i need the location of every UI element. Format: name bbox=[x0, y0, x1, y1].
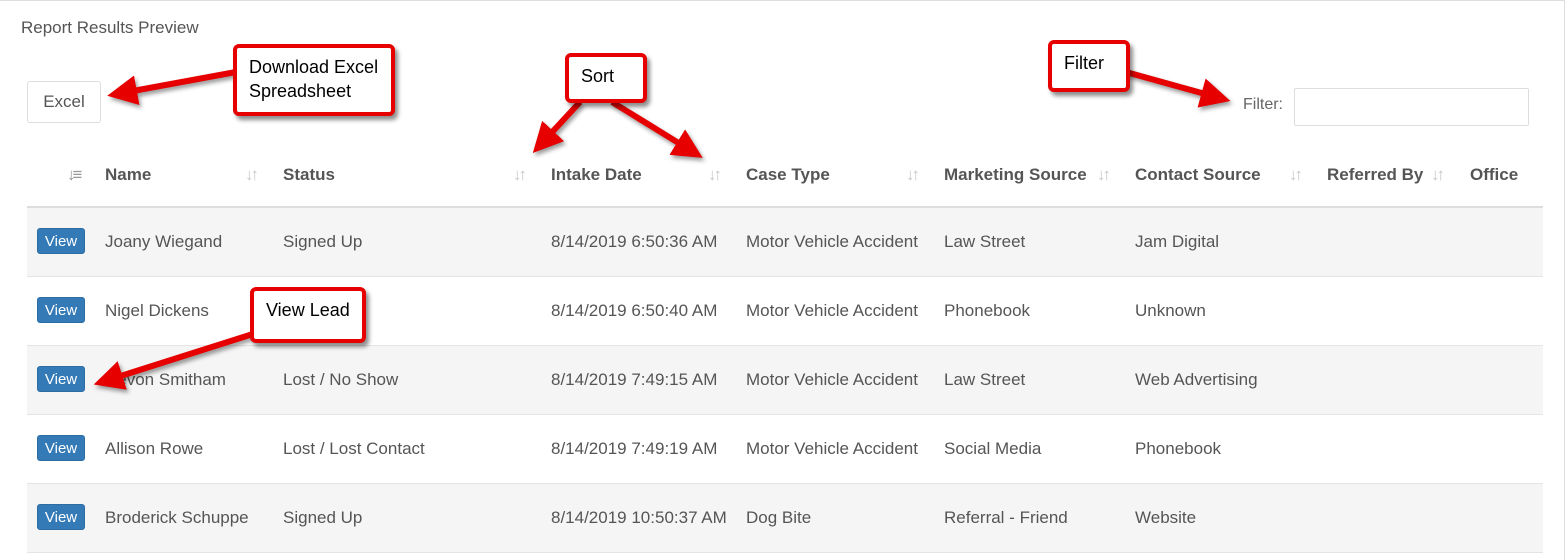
view-lead-button[interactable]: View bbox=[37, 228, 85, 254]
sort-both-icon[interactable]: ↓↑ bbox=[513, 165, 527, 185]
callout-download-line2: Spreadsheet bbox=[249, 81, 352, 101]
table-row: View Broderick Schuppe Signed Up 8/14/20… bbox=[27, 484, 1543, 553]
column-header-office[interactable]: Office bbox=[1470, 165, 1518, 185]
sort-both-icon[interactable]: ↓↑ bbox=[1431, 165, 1445, 185]
excel-export-button[interactable]: Excel bbox=[27, 81, 101, 123]
cell-intake-date: 8/14/2019 7:49:19 AM bbox=[551, 439, 718, 458]
cell-intake-date: 8/14/2019 7:49:15 AM bbox=[551, 370, 718, 389]
table-row: View Devon Smitham Lost / No Show 8/14/2… bbox=[27, 346, 1543, 415]
column-header-marketing-source[interactable]: Marketing Source bbox=[944, 165, 1087, 185]
callout-sort: Sort bbox=[565, 53, 647, 103]
cell-status: Lost / Lost Contact bbox=[283, 439, 425, 458]
table-row: View Joany Wiegand Signed Up 8/14/2019 6… bbox=[27, 208, 1543, 277]
view-lead-button[interactable]: View bbox=[37, 297, 85, 323]
cell-name: Nigel Dickens bbox=[105, 301, 209, 320]
cell-intake-date: 8/14/2019 6:50:36 AM bbox=[551, 232, 718, 251]
cell-marketing-source: Law Street bbox=[944, 232, 1026, 251]
column-header-intake-date[interactable]: Intake Date bbox=[551, 165, 642, 185]
view-lead-button[interactable]: View bbox=[37, 435, 85, 461]
callout-filter: Filter bbox=[1048, 40, 1130, 92]
sort-ascending-icon[interactable]: ↓≡ bbox=[67, 165, 83, 185]
filter-input[interactable] bbox=[1294, 88, 1529, 126]
column-header-case-type[interactable]: Case Type bbox=[746, 165, 830, 185]
cell-marketing-source: Social Media bbox=[944, 439, 1042, 458]
cell-contact-source: Phonebook bbox=[1135, 439, 1222, 458]
cell-status: Signed Up bbox=[283, 232, 363, 251]
cell-case-type: Motor Vehicle Accident bbox=[746, 370, 918, 389]
cell-status: Signed Up bbox=[283, 508, 363, 527]
cell-case-type: Motor Vehicle Accident bbox=[746, 301, 918, 320]
cell-status: Lost / No Show bbox=[283, 370, 399, 389]
sort-both-icon[interactable]: ↓↑ bbox=[708, 165, 722, 185]
cell-intake-date: 8/14/2019 10:50:37 AM bbox=[551, 508, 727, 527]
cell-marketing-source: Referral - Friend bbox=[944, 508, 1068, 527]
sort-both-icon[interactable]: ↓↑ bbox=[1289, 165, 1303, 185]
view-lead-button[interactable]: View bbox=[37, 504, 85, 530]
cell-contact-source: Web Advertising bbox=[1135, 370, 1258, 389]
sort-both-icon[interactable]: ↓↑ bbox=[906, 165, 920, 185]
results-table: ↓≡ Name ↓↑ Status ↓↑ Intake Date ↓↑ Case… bbox=[27, 141, 1543, 553]
cell-contact-source: Website bbox=[1135, 508, 1197, 527]
table-row: View Allison Rowe Lost / Lost Contact 8/… bbox=[27, 415, 1543, 484]
cell-name: Allison Rowe bbox=[105, 439, 204, 458]
column-header-status[interactable]: Status bbox=[283, 165, 335, 185]
cell-marketing-source: Phonebook bbox=[944, 301, 1031, 320]
column-header-name[interactable]: Name bbox=[105, 165, 151, 185]
column-header-referred-by[interactable]: Referred By bbox=[1327, 165, 1423, 185]
sort-both-icon[interactable]: ↓↑ bbox=[1097, 165, 1111, 185]
filter-label: Filter: bbox=[1243, 96, 1283, 113]
cell-contact-source: Jam Digital bbox=[1135, 232, 1220, 251]
cell-contact-source: Unknown bbox=[1135, 301, 1206, 320]
panel-title: Report Results Preview bbox=[21, 18, 199, 37]
cell-case-type: Motor Vehicle Accident bbox=[746, 439, 918, 458]
column-header-contact-source[interactable]: Contact Source bbox=[1135, 165, 1261, 185]
table-header-row: ↓≡ Name ↓↑ Status ↓↑ Intake Date ↓↑ Case… bbox=[27, 141, 1543, 208]
sort-both-icon[interactable]: ↓↑ bbox=[245, 165, 259, 185]
cell-marketing-source: Law Street bbox=[944, 370, 1026, 389]
cell-case-type: Dog Bite bbox=[746, 508, 812, 527]
cell-name: Devon Smitham bbox=[105, 370, 226, 389]
callout-view-lead: View Lead bbox=[250, 287, 366, 343]
cell-name: Joany Wiegand bbox=[105, 232, 223, 251]
callout-download-line1: Download Excel bbox=[249, 57, 379, 77]
view-lead-button[interactable]: View bbox=[37, 366, 85, 392]
callout-download-excel: Download Excel Spreadsheet bbox=[233, 44, 395, 116]
cell-intake-date: 8/14/2019 6:50:40 AM bbox=[551, 301, 718, 320]
cell-name: Broderick Schuppe bbox=[105, 508, 249, 527]
cell-case-type: Motor Vehicle Accident bbox=[746, 232, 918, 251]
